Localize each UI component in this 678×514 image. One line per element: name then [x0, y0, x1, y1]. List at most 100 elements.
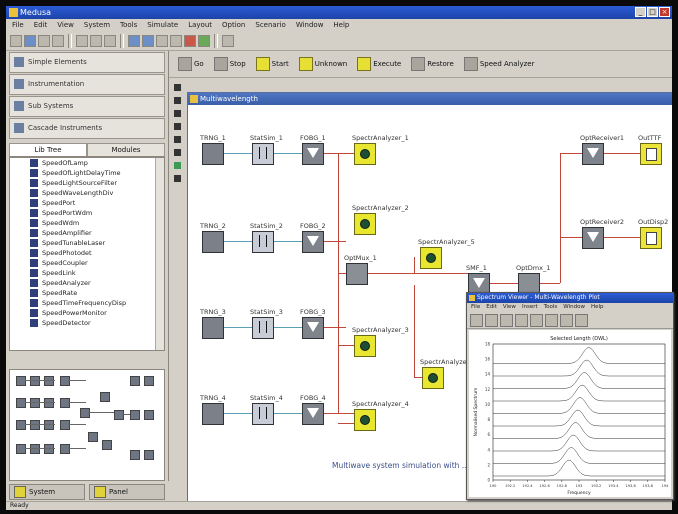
- block-mod4[interactable]: [252, 403, 274, 425]
- block-mod2[interactable]: [252, 231, 274, 253]
- nav-cascade-instruments[interactable]: Cascade Instruments: [9, 118, 165, 139]
- list-item[interactable]: SpeedLink: [10, 268, 164, 278]
- execute-button[interactable]: Execute: [354, 56, 404, 72]
- list-item[interactable]: SpeedRate: [10, 288, 164, 298]
- menu-view[interactable]: View: [57, 19, 74, 31]
- list-item[interactable]: SpeedPortWdm: [10, 208, 164, 218]
- menu-simulate[interactable]: Simulate: [147, 19, 178, 31]
- block-spa4[interactable]: [354, 409, 376, 431]
- block-fil3[interactable]: [302, 317, 324, 339]
- probe-icon[interactable]: [173, 175, 181, 182]
- block-mod1[interactable]: [252, 143, 274, 165]
- plot-menu-file[interactable]: File: [471, 303, 480, 312]
- nav-instrumentation[interactable]: Instrumentation: [9, 74, 165, 95]
- grid-icon[interactable]: [156, 34, 168, 47]
- block-src4[interactable]: [202, 403, 224, 425]
- new-icon[interactable]: [10, 34, 22, 47]
- list-item[interactable]: SpeedDetector: [10, 318, 164, 328]
- block-src1[interactable]: [202, 143, 224, 165]
- align-icon[interactable]: [170, 34, 182, 47]
- list-item[interactable]: SpeedPhotodet: [10, 248, 164, 258]
- unknown-button[interactable]: Unknown: [296, 56, 351, 72]
- speed-analyzer-button[interactable]: Speed Analyzer: [461, 56, 538, 72]
- maximize-button[interactable]: □: [647, 7, 658, 17]
- rotate-icon[interactable]: [575, 313, 588, 327]
- zoom-out-icon[interactable]: [142, 34, 154, 47]
- list-item[interactable]: SpeedLightSourceFilter: [10, 178, 164, 188]
- nav-simple-elements[interactable]: Simple Elements: [9, 52, 165, 73]
- plot-menu-help[interactable]: Help: [591, 303, 604, 312]
- list-item[interactable]: SpeedAmplifier: [10, 228, 164, 238]
- save-icon[interactable]: [485, 313, 498, 327]
- menu-layout[interactable]: Layout: [188, 19, 212, 31]
- list-item[interactable]: SpeedPort: [10, 198, 164, 208]
- plot-menu-window[interactable]: Window: [563, 303, 585, 312]
- block-spa1[interactable]: [354, 143, 376, 165]
- print-icon[interactable]: [52, 34, 64, 47]
- menu-edit[interactable]: Edit: [34, 19, 48, 31]
- block-spa6[interactable]: [422, 367, 444, 389]
- list-item[interactable]: SpeedTunableLaser: [10, 238, 164, 248]
- copy-icon[interactable]: [90, 34, 102, 47]
- block-out1[interactable]: [640, 143, 662, 165]
- block-src3[interactable]: [202, 317, 224, 339]
- pointer-icon[interactable]: [173, 84, 181, 91]
- menu-option[interactable]: Option: [222, 19, 245, 31]
- list-item[interactable]: SpeedOfLightDelayTime: [10, 168, 164, 178]
- block-spa5[interactable]: [420, 247, 442, 269]
- start-button[interactable]: Start: [253, 56, 292, 72]
- list-scrollbar[interactable]: [155, 158, 164, 350]
- help-icon[interactable]: [222, 34, 234, 47]
- plot-menu-view[interactable]: View: [503, 303, 516, 312]
- port-icon[interactable]: [173, 149, 181, 156]
- pan-icon[interactable]: [560, 313, 573, 327]
- minimize-button[interactable]: _: [635, 7, 646, 17]
- tab-lib-tree[interactable]: Lib Tree: [9, 143, 87, 156]
- open-icon[interactable]: [470, 313, 483, 327]
- list-item[interactable]: SpeedCoupler: [10, 258, 164, 268]
- list-item[interactable]: SpeedWaveLengthDiv: [10, 188, 164, 198]
- block-mux[interactable]: [346, 263, 368, 285]
- select-icon[interactable]: [173, 97, 181, 104]
- menu-file[interactable]: File: [12, 19, 24, 31]
- block-rx1[interactable]: [582, 143, 604, 165]
- save-icon[interactable]: [38, 34, 50, 47]
- plot-menu-edit[interactable]: Edit: [486, 303, 497, 312]
- open-icon[interactable]: [24, 34, 36, 47]
- zoom-in-icon[interactable]: [530, 313, 543, 327]
- restore-button[interactable]: Restore: [408, 56, 457, 72]
- stop-button[interactable]: Stop: [211, 56, 249, 72]
- tab-system[interactable]: System: [9, 484, 85, 500]
- run-icon[interactable]: [173, 162, 181, 169]
- block-out2[interactable]: [640, 227, 662, 249]
- overview-thumbnail[interactable]: [9, 369, 165, 481]
- text-icon[interactable]: [173, 123, 181, 130]
- block-fil4[interactable]: [302, 403, 324, 425]
- tab-modules[interactable]: Modules: [87, 143, 165, 156]
- block-spa2[interactable]: [354, 213, 376, 235]
- menu-system[interactable]: System: [84, 19, 110, 31]
- block-fil2[interactable]: [302, 231, 324, 253]
- block-mod3[interactable]: [252, 317, 274, 339]
- menu-help[interactable]: Help: [333, 19, 349, 31]
- list-item[interactable]: SpeedPowerMonitor: [10, 308, 164, 318]
- step-icon[interactable]: [198, 34, 210, 47]
- close-button[interactable]: ×: [659, 7, 670, 17]
- go-button[interactable]: Go: [175, 56, 207, 72]
- block-fil1[interactable]: [302, 143, 324, 165]
- block-spa3[interactable]: [354, 335, 376, 357]
- cut-icon[interactable]: [76, 34, 88, 47]
- arrow-icon[interactable]: [515, 313, 528, 327]
- print-icon[interactable]: [500, 313, 513, 327]
- block-rx2[interactable]: [582, 227, 604, 249]
- nav-sub-systems[interactable]: Sub Systems: [9, 96, 165, 117]
- plot-menu-insert[interactable]: Insert: [522, 303, 538, 312]
- wire-icon[interactable]: [173, 110, 181, 117]
- list-item[interactable]: SpeedWdm: [10, 218, 164, 228]
- run-icon[interactable]: [184, 34, 196, 47]
- plot-menu-tools[interactable]: Tools: [544, 303, 558, 312]
- list-item[interactable]: SpeedAnalyzer: [10, 278, 164, 288]
- list-item[interactable]: SpeedOfLamp: [10, 158, 164, 168]
- tab-panel[interactable]: Panel: [89, 484, 165, 500]
- menu-tools[interactable]: Tools: [120, 19, 137, 31]
